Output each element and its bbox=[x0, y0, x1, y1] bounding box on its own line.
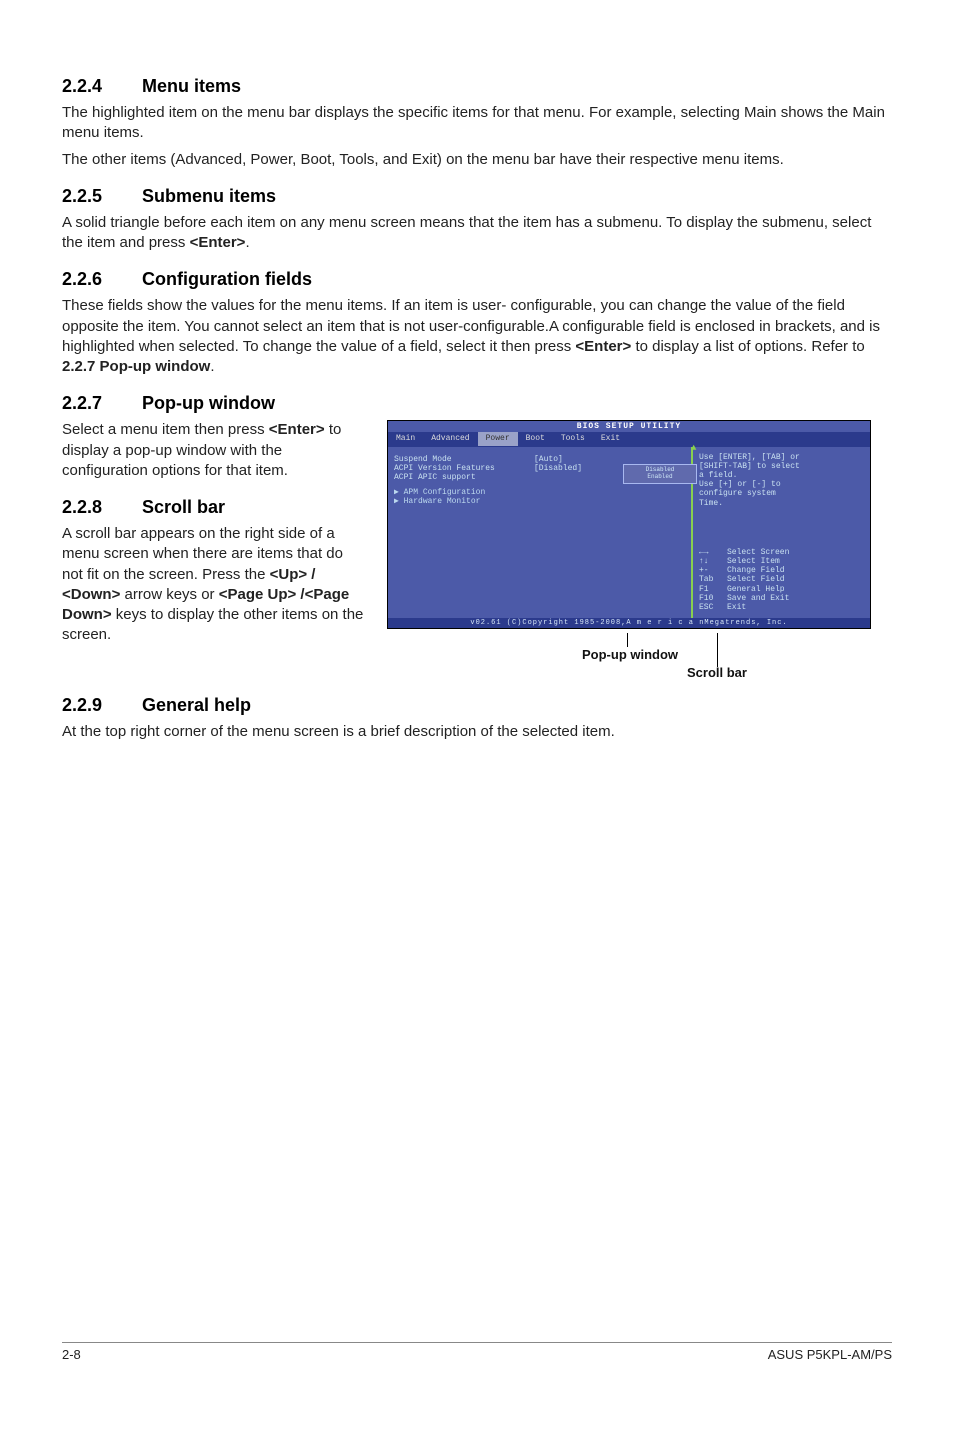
bios-menu-boot: Boot bbox=[518, 432, 553, 445]
body-text: A solid triangle before each item on any… bbox=[62, 213, 892, 254]
bios-field-value: [Auto] bbox=[534, 455, 563, 464]
bios-help-line: Time. bbox=[699, 499, 864, 508]
heading-title: General help bbox=[142, 695, 251, 715]
heading-num: 2.2.7 bbox=[62, 393, 142, 414]
bios-help-line: Use [+] or [-] to bbox=[699, 480, 864, 489]
heading-title: Scroll bar bbox=[142, 497, 225, 517]
body-text: The other items (Advanced, Power, Boot, … bbox=[62, 150, 892, 170]
body-text: The highlighted item on the menu bar dis… bbox=[62, 103, 892, 144]
bios-key: ↑↓ bbox=[699, 557, 721, 566]
bios-key: +- bbox=[699, 566, 721, 575]
bios-submenu-item: ▶ Hardware Monitor bbox=[394, 497, 685, 506]
footer-product: ASUS P5KPL-AM/PS bbox=[768, 1347, 892, 1362]
bios-help-panel: ▲ Use [ENTER], [TAB] or [SHIFT-TAB] to s… bbox=[691, 447, 870, 618]
bios-field-label: Suspend Mode bbox=[394, 455, 534, 464]
body-text: A scroll bar appears on the right side o… bbox=[62, 524, 367, 646]
bios-popup-option: Enabled bbox=[626, 474, 694, 481]
bios-menu-exit: Exit bbox=[593, 432, 628, 445]
key-name: <Enter> bbox=[269, 421, 325, 438]
heading-popup-window: 2.2.7Pop-up window bbox=[62, 393, 892, 414]
heading-num: 2.2.5 bbox=[62, 186, 142, 207]
key-name: <Enter> bbox=[190, 234, 246, 251]
heading-submenu-items: 2.2.5Submenu items bbox=[62, 186, 892, 207]
bios-key: F1 bbox=[699, 585, 721, 594]
bios-key-desc: Change Field bbox=[727, 566, 785, 575]
text-span: . bbox=[245, 234, 249, 251]
heading-num: 2.2.8 bbox=[62, 497, 142, 518]
bios-footer: v02.61 (C)Copyright 1985-2008,A m e r i … bbox=[388, 618, 870, 628]
bios-menu-power: Power bbox=[478, 432, 518, 445]
bios-help-line: [SHIFT-TAB] to select bbox=[699, 462, 864, 471]
page-footer: 2-8 ASUS P5KPL-AM/PS bbox=[62, 1342, 892, 1362]
key-name: <Enter> bbox=[575, 338, 631, 355]
bios-key-desc: Exit bbox=[727, 603, 746, 612]
bios-menu-advanced: Advanced bbox=[423, 432, 477, 445]
bios-popup: Disabled Enabled bbox=[623, 464, 697, 484]
caption-area: Pop-up window Scroll bar bbox=[387, 635, 892, 679]
text-span: . bbox=[210, 358, 214, 375]
heading-config-fields: 2.2.6Configuration fields bbox=[62, 269, 892, 290]
heading-title: Configuration fields bbox=[142, 269, 312, 289]
bios-key-desc: Select Field bbox=[727, 575, 785, 584]
bios-key-desc: Select Item bbox=[727, 557, 780, 566]
heading-scroll-bar: 2.2.8Scroll bar bbox=[62, 497, 367, 518]
caption-line bbox=[717, 633, 718, 667]
caption-scrollbar: Scroll bar bbox=[687, 665, 747, 680]
bios-submenu-label: Hardware Monitor bbox=[404, 497, 481, 506]
text-span: Select a menu item then press bbox=[62, 421, 269, 438]
page-number: 2-8 bbox=[62, 1347, 81, 1362]
bios-field-label: ACPI Version Features bbox=[394, 464, 534, 473]
bios-key-desc: General Help bbox=[727, 585, 785, 594]
bios-help-line: a field. bbox=[699, 471, 864, 480]
bios-key: Tab bbox=[699, 575, 721, 584]
bios-menu-tools: Tools bbox=[553, 432, 593, 445]
text-span: to display a list of options. Refer to bbox=[631, 338, 864, 355]
text-span: arrow keys or bbox=[120, 586, 218, 603]
bios-help-line: Use [ENTER], [TAB] or bbox=[699, 453, 864, 462]
bios-submenu-item: ▶ APM Configuration bbox=[394, 488, 685, 497]
bios-key: ←→ bbox=[699, 548, 721, 557]
triangle-icon: ▲ bbox=[691, 443, 696, 453]
heading-title: Submenu items bbox=[142, 186, 276, 206]
bios-key-desc: Save and Exit bbox=[727, 594, 789, 603]
bios-title: BIOS SETUP UTILITY bbox=[388, 421, 870, 432]
body-text: These fields show the values for the men… bbox=[62, 296, 892, 377]
caption-line bbox=[627, 633, 628, 647]
body-text: Select a menu item then press <Enter> to… bbox=[62, 420, 367, 481]
bios-field-label: ACPI APIC support bbox=[394, 473, 534, 482]
heading-title: Menu items bbox=[142, 76, 241, 96]
heading-num: 2.2.4 bbox=[62, 76, 142, 97]
bios-help-line: configure system bbox=[699, 489, 864, 498]
bios-screenshot: BIOS SETUP UTILITY Main Advanced Power B… bbox=[387, 420, 871, 629]
heading-title: Pop-up window bbox=[142, 393, 275, 413]
bios-key: ESC bbox=[699, 603, 721, 612]
heading-menu-items: 2.2.4Menu items bbox=[62, 76, 892, 97]
bios-menu-bar: Main Advanced Power Boot Tools Exit bbox=[388, 432, 870, 445]
bios-key: F10 bbox=[699, 594, 721, 603]
ref-bold: 2.2.7 Pop-up window bbox=[62, 358, 210, 375]
caption-popup: Pop-up window bbox=[582, 647, 678, 662]
heading-num: 2.2.6 bbox=[62, 269, 142, 290]
bios-field-value: [Disabled] bbox=[534, 464, 582, 473]
heading-num: 2.2.9 bbox=[62, 695, 142, 716]
bios-key-desc: Select Screen bbox=[727, 548, 789, 557]
bios-help-keys: ←→ Select Screen ↑↓ Select Item +- Change F… bbox=[699, 548, 864, 612]
text-span: A solid triangle before each item on any… bbox=[62, 214, 871, 251]
heading-general-help: 2.2.9General help bbox=[62, 695, 892, 716]
bios-submenu-label: APM Configuration bbox=[404, 488, 486, 497]
bios-menu-main: Main bbox=[388, 432, 423, 445]
body-text: At the top right corner of the menu scre… bbox=[62, 722, 892, 742]
